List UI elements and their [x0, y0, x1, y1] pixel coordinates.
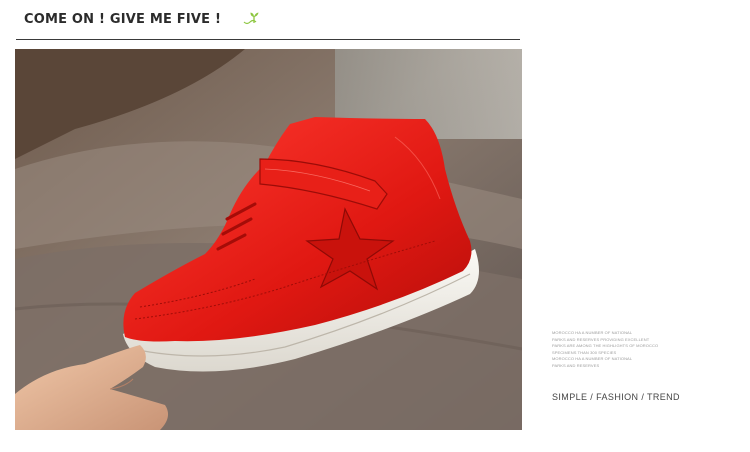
header-divider: [16, 39, 520, 40]
header: COME ON ! GIVE ME FIVE !: [24, 8, 261, 30]
header-title: COME ON ! GIVE ME FIVE !: [24, 11, 222, 27]
product-photo: [15, 49, 522, 430]
tagline: SIMPLE / FASHION / TREND: [552, 392, 680, 402]
sprout-icon: [243, 11, 261, 27]
side-description: MOROCCO HA A NUMBER OF NATIONAL PARKS AN…: [552, 330, 672, 369]
side-line: PARKS ARE AMONG THE HIGHLIGHTS OF MOROCC…: [552, 343, 659, 348]
side-line: PARKS AND RESERVES: [552, 362, 600, 368]
